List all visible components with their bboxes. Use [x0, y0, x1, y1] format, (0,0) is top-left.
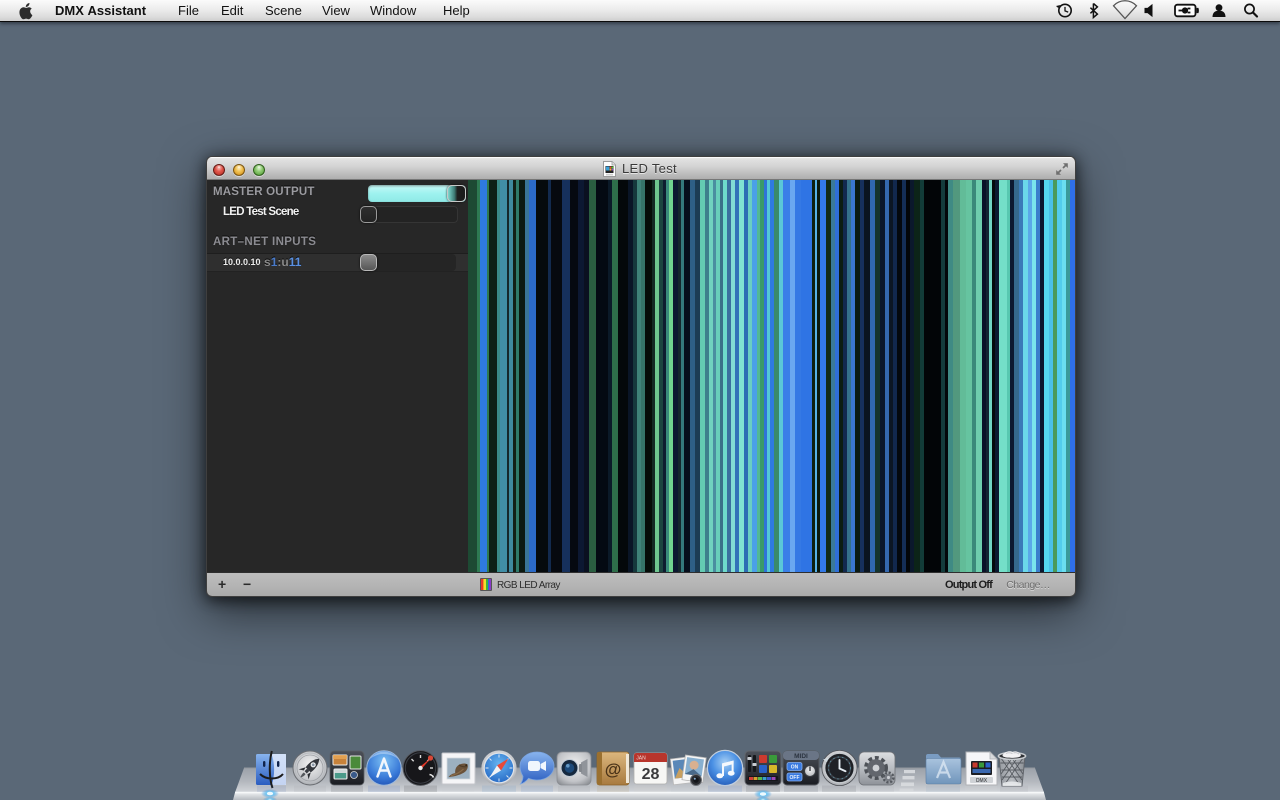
svg-text:DMX: DMX	[976, 778, 988, 784]
svg-text:28: 28	[642, 766, 660, 783]
svg-text:OFF: OFF	[790, 775, 800, 781]
svg-text:JAN: JAN	[636, 756, 646, 762]
svg-text:ON: ON	[791, 765, 799, 771]
svg-text:@: @	[605, 760, 622, 779]
svg-text:MIDI: MIDI	[794, 753, 808, 760]
